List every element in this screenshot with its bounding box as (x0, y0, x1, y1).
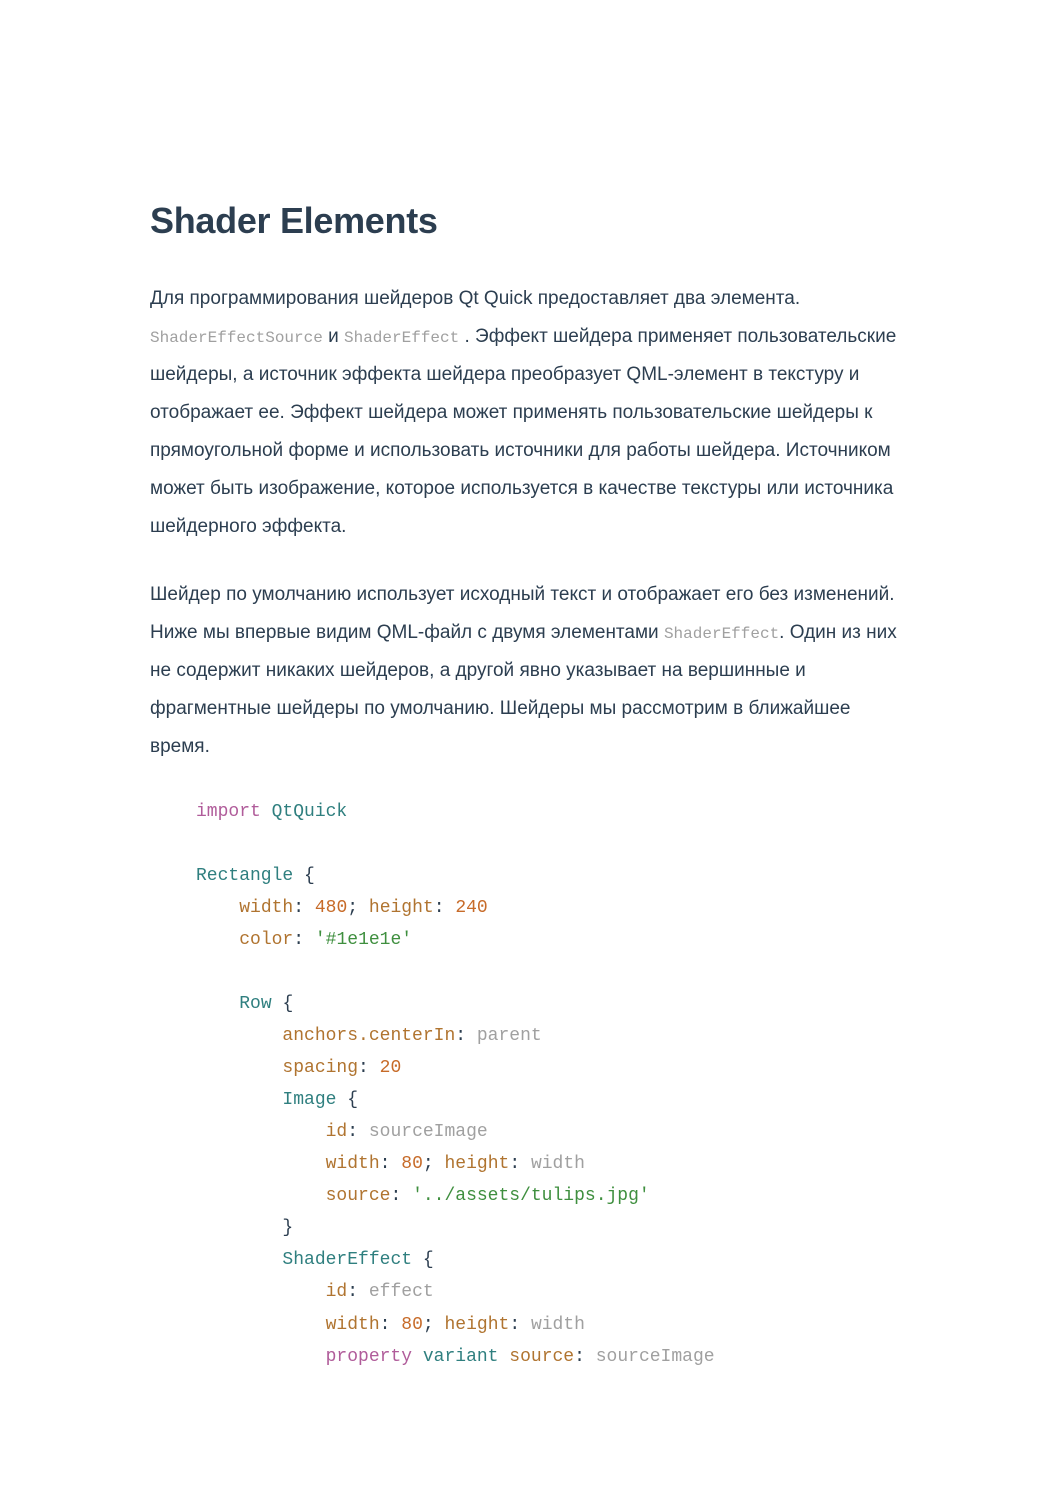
tok-id: id (326, 1122, 348, 1142)
tok-colon: : (509, 1315, 520, 1335)
para1-text-1: Для программирования шейдеров Qt Quick п… (150, 288, 800, 309)
tok-colon: : (380, 1154, 391, 1174)
inline-code-shader-effect: ShaderEffect (344, 329, 459, 347)
tok-480: 480 (315, 898, 347, 918)
tok-80: 80 (401, 1315, 423, 1335)
tok-width-ref: width (531, 1154, 585, 1174)
tok-color-val: '#1e1e1e' (315, 930, 412, 950)
tok-source-val: '../assets/tulips.jpg' (412, 1186, 650, 1206)
inline-code-shader-effect-2: ShaderEffect (664, 625, 779, 643)
tok-effect: effect (369, 1282, 434, 1302)
tok-colon: : (574, 1347, 585, 1367)
tok-height: height (369, 898, 434, 918)
para1-text-2: и (323, 326, 344, 347)
tok-20: 20 (380, 1058, 402, 1078)
tok-colon: : (455, 1026, 466, 1046)
tok-colon: : (293, 898, 304, 918)
tok-width: width (326, 1154, 380, 1174)
tok-row: Row (239, 994, 271, 1014)
tok-rbrace: } (282, 1218, 293, 1238)
tok-semi: ; (423, 1315, 434, 1335)
tok-rectangle: Rectangle (196, 866, 293, 886)
tok-colon: : (347, 1282, 358, 1302)
tok-colon: : (347, 1122, 358, 1142)
tok-lbrace: { (304, 866, 315, 886)
tok-spacing: spacing (282, 1058, 358, 1078)
tok-variant: variant (423, 1347, 499, 1367)
tok-colon: : (390, 1186, 401, 1206)
tok-240: 240 (455, 898, 487, 918)
tok-lbrace: { (347, 1090, 358, 1110)
tok-lbrace: { (282, 994, 293, 1014)
tok-colon: : (380, 1315, 391, 1335)
tok-width-ref: width (531, 1315, 585, 1335)
tok-parent: parent (477, 1026, 542, 1046)
tok-colon: : (293, 930, 304, 950)
paragraph-1: Для программирования шейдеров Qt Quick п… (150, 280, 909, 546)
tok-width: width (239, 898, 293, 918)
tok-import: import (196, 802, 261, 822)
tok-id: id (326, 1282, 348, 1302)
para1-text-3: . Эффект шейдера применяет пользовательс… (150, 326, 896, 537)
tok-height: height (445, 1315, 510, 1335)
tok-colon: : (434, 898, 445, 918)
tok-source: source (509, 1347, 574, 1367)
tok-color: color (239, 930, 293, 950)
paragraph-2: Шейдер по умолчанию использует исходный … (150, 576, 909, 766)
tok-source: source (326, 1186, 391, 1206)
tok-width: width (326, 1315, 380, 1335)
tok-colon: : (509, 1154, 520, 1174)
tok-anchors-centerin: anchors.centerIn (282, 1026, 455, 1046)
code-block: import QtQuick Rectangle { width: 480; h… (150, 796, 909, 1373)
tok-height: height (445, 1154, 510, 1174)
document-page: Shader Elements Для программирования шей… (0, 0, 1059, 1373)
inline-code-shader-effect-source: ShaderEffectSource (150, 329, 323, 347)
tok-sourceimage: sourceImage (369, 1122, 488, 1142)
tok-semi: ; (423, 1154, 434, 1174)
tok-80: 80 (401, 1154, 423, 1174)
tok-semi: ; (347, 898, 358, 918)
tok-sourceimage-ref: sourceImage (596, 1347, 715, 1367)
tok-shadereffect: ShaderEffect (282, 1250, 412, 1270)
tok-image: Image (282, 1090, 336, 1110)
tok-qtquick: QtQuick (272, 802, 348, 822)
tok-property: property (326, 1347, 412, 1367)
tok-lbrace: { (423, 1250, 434, 1270)
tok-colon: : (358, 1058, 369, 1078)
page-title: Shader Elements (150, 200, 909, 242)
